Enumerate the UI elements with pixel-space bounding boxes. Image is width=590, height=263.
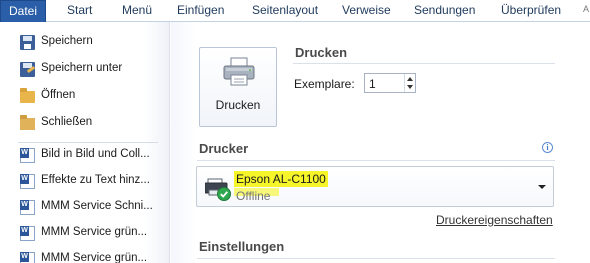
tab-sendungen[interactable]: Sendungen <box>414 0 475 22</box>
tab-datei[interactable]: Datei <box>0 0 46 22</box>
word-document-icon <box>20 252 35 263</box>
word-document-icon <box>20 226 35 241</box>
tab-menue[interactable]: Menü <box>122 0 152 22</box>
menu-item-schliessen[interactable]: Schließen <box>0 111 170 137</box>
print-section-title: Drucken <box>295 45 348 60</box>
tab-seitenlayout[interactable]: Seitenlayout <box>252 0 318 22</box>
tab-verweise[interactable]: Verweise <box>342 0 391 22</box>
section-divider <box>293 63 555 64</box>
printer-icon <box>223 57 255 86</box>
stepper-up-icon[interactable] <box>407 77 413 81</box>
menu-item-speichern-unter[interactable]: Speichern unter <box>0 57 170 83</box>
printer-name: Epson AL-C1100 <box>234 171 328 187</box>
ribbon-tab-bar: Datei Start Menü Einfügen Seitenlayout V… <box>0 0 590 22</box>
tab-start[interactable]: Start <box>67 0 92 22</box>
recent-document-item[interactable]: Bild in Bild und Coll... <box>0 143 170 169</box>
settings-section-title: Einstellungen <box>199 239 285 254</box>
menu-item-label: Schließen <box>41 116 93 128</box>
printer-status: Offline <box>236 189 271 203</box>
menu-item-oeffnen[interactable]: Öffnen <box>0 84 170 110</box>
recent-document-label: MMM Service grün... <box>41 226 148 238</box>
copies-stepper[interactable]: 1 <box>364 73 416 93</box>
recent-document-label: Bild in Bild und Coll... <box>41 148 150 160</box>
section-divider <box>197 258 555 259</box>
copies-value: 1 <box>369 77 376 91</box>
word-document-icon <box>20 200 35 215</box>
recent-document-label: MMM Service Schni... <box>41 200 153 212</box>
recent-document-item[interactable]: MMM Service grün... <box>0 247 170 263</box>
printer-properties-link[interactable]: Druckereigenschaften <box>436 213 553 227</box>
printer-section-title: Drucker <box>199 141 249 156</box>
menu-item-speichern[interactable]: Speichern <box>0 30 170 56</box>
word-document-icon <box>20 148 35 163</box>
menu-item-label: Speichern unter <box>41 62 123 74</box>
printer-ready-icon <box>205 178 231 201</box>
stepper-down-icon[interactable] <box>407 85 413 89</box>
print-button-label: Drucken <box>215 98 261 112</box>
recent-document-item[interactable]: MMM Service grün... <box>0 221 170 247</box>
chevron-down-icon[interactable] <box>538 185 546 189</box>
recent-document-label: Effekte zu Text hinz... <box>41 174 150 186</box>
menu-item-label: Speichern <box>41 35 93 47</box>
folder-open-icon <box>20 88 35 103</box>
menu-item-label: Öffnen <box>41 89 76 101</box>
word-document-icon <box>20 174 35 189</box>
save-icon <box>20 35 35 50</box>
recent-document-item[interactable]: Effekte zu Text hinz... <box>0 169 170 195</box>
tab-overflow[interactable]: A <box>583 4 589 14</box>
tab-ueberpruefen[interactable]: Überprüfen <box>501 0 561 22</box>
info-icon[interactable]: i <box>542 142 553 153</box>
recent-document-item[interactable]: MMM Service Schni... <box>0 195 170 221</box>
tab-einfuegen[interactable]: Einfügen <box>177 0 224 22</box>
save-as-icon <box>20 62 35 77</box>
print-button[interactable]: Drucken <box>199 47 277 127</box>
folder-close-icon <box>20 115 35 130</box>
section-divider <box>197 160 555 161</box>
copies-label: Exemplare: <box>294 77 355 91</box>
stepper-arrows[interactable] <box>404 74 415 92</box>
printer-dropdown[interactable]: Epson AL-C1100 Offline <box>196 166 554 207</box>
backstage-menu: Speichern Speichern unter Öffnen Schließ… <box>0 22 170 263</box>
recent-document-label: MMM Service grün... <box>41 252 148 263</box>
